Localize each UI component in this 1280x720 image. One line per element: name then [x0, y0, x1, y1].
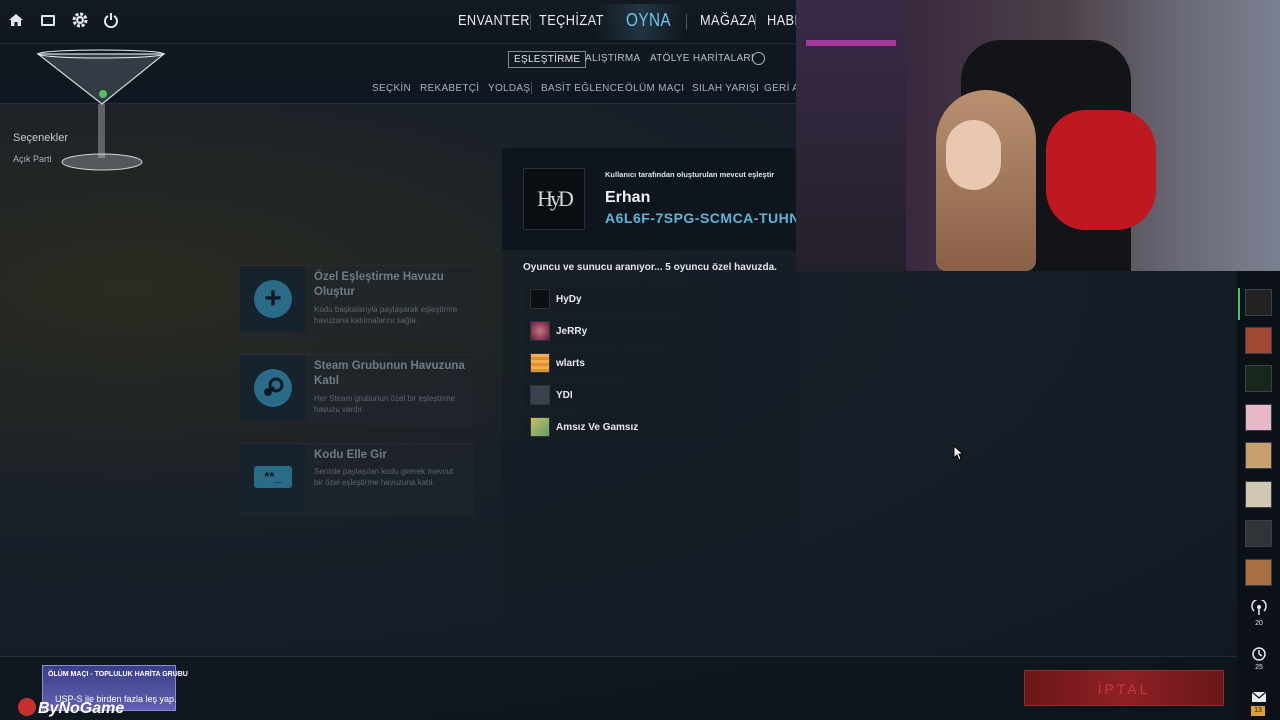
friend-avatar[interactable]	[1245, 559, 1272, 586]
player-row[interactable]: YDI	[524, 383, 716, 407]
mail-count-badge: 13	[1251, 706, 1265, 716]
keyboard-icon: **_	[254, 466, 292, 488]
history-icon[interactable]	[1248, 646, 1270, 666]
friend-avatar[interactable]	[1245, 404, 1272, 431]
mail-icon[interactable]	[1248, 690, 1270, 707]
mouse-cursor-icon	[953, 445, 965, 461]
webcam-overlay	[796, 0, 1280, 271]
mode-separator	[531, 82, 532, 94]
option-icon-box: **_	[240, 444, 306, 510]
pool-header-text: Kullanıcı tarafından oluşturulan mevcut …	[605, 170, 775, 179]
power-icon[interactable]	[101, 12, 121, 32]
tab-matchmaking[interactable]: EŞLEŞTİRME	[508, 51, 587, 68]
option-description: Seninle paylaşılan kodu girerek mevcut b…	[314, 467, 454, 487]
option-title: Özel Eşleştirme Havuzu Oluştur	[314, 271, 444, 298]
avatar	[530, 417, 550, 437]
home-icon[interactable]	[6, 12, 26, 32]
join-steam-group-pool-option[interactable]: Steam Grubunun Havuzuna Katıl Her Steam …	[240, 354, 474, 428]
globe-icon[interactable]	[752, 52, 765, 65]
create-private-pool-option[interactable]: + Özel Eşleştirme Havuzu Oluştur Kodu ba…	[240, 265, 474, 339]
player-name: HyDy	[556, 293, 582, 305]
friend-avatar[interactable]	[1245, 520, 1272, 547]
options-label[interactable]: Seçenekler	[13, 132, 68, 144]
webcam-face	[946, 120, 1001, 190]
option-icon-box: +	[240, 266, 306, 332]
player-row[interactable]: JeRRy	[524, 319, 716, 343]
avatar	[530, 353, 550, 373]
friend-avatar[interactable]	[1245, 481, 1272, 508]
player-name: JeRRy	[556, 325, 588, 337]
mode-competitive[interactable]: REKABETÇİ	[420, 83, 479, 94]
enter-code-manually-option[interactable]: **_ Kodu Elle Gir Seninle paylaşılan kod…	[240, 443, 474, 517]
option-description: Her Steam grubunun özel bir eşleştirme h…	[314, 394, 455, 414]
option-title: Steam Grubunun Havuzuna Katıl	[314, 360, 465, 387]
nav-inventory[interactable]: ENVANTER	[458, 12, 530, 29]
tab-workshop-maps[interactable]: ATÖLYE HARİTALARI	[645, 51, 759, 66]
nav-separator	[686, 14, 687, 30]
friend-avatar[interactable]	[1245, 365, 1272, 392]
avatar	[530, 289, 550, 309]
player-row[interactable]: Amsız Ve Gamsız	[524, 415, 716, 439]
online-indicator	[1238, 288, 1240, 320]
option-title: Kodu Elle Gir	[314, 449, 387, 461]
friend-avatar[interactable]	[1245, 442, 1272, 469]
mode-arms-race[interactable]: SILAH YARIŞI	[692, 83, 759, 94]
brand-logo-icon	[18, 698, 36, 716]
martini-glass-icon	[36, 49, 166, 171]
mode-wingman[interactable]: YOLDAŞ	[488, 83, 530, 94]
brand-name: ByNoGame	[38, 700, 125, 717]
player-name: wlarts	[556, 357, 585, 369]
broadcast-count: 20	[1255, 620, 1263, 627]
pool-owner-name: Erhan	[605, 189, 651, 206]
cancel-button[interactable]: İPTAL	[1024, 670, 1224, 706]
gear-icon[interactable]	[70, 12, 90, 32]
player-row[interactable]: HyDy	[524, 287, 716, 311]
pool-status: Oyuncu ve sunucu aranıyor... 5 oyuncu öz…	[523, 262, 777, 273]
webcam-neon-light	[806, 40, 896, 46]
player-row[interactable]: wlarts	[524, 351, 716, 375]
open-party-label[interactable]: Açık Parti	[13, 154, 52, 164]
friend-avatar[interactable]	[1245, 327, 1272, 354]
pool-code[interactable]: A6L6F-7SPG-SCMCA-TUHN	[605, 210, 800, 226]
avatar	[530, 385, 550, 405]
option-icon-box	[240, 355, 306, 421]
mode-premier[interactable]: SEÇKİN	[372, 83, 411, 94]
history-count: 25	[1255, 664, 1263, 671]
nav-separator	[530, 14, 531, 30]
tv-icon[interactable]	[38, 12, 58, 32]
mode-casual[interactable]: BASİT EĞLENCE	[541, 83, 624, 94]
avatar	[530, 321, 550, 341]
nav-play[interactable]: OYNA	[626, 10, 671, 31]
player-name: YDI	[556, 389, 573, 401]
tab-practice[interactable]: ALIŞTIRMA	[580, 51, 646, 66]
plus-icon: +	[254, 280, 292, 318]
nav-separator	[755, 14, 756, 30]
nav-loadout[interactable]: TEÇHİZAT	[539, 12, 604, 29]
banner-title: ÖLÜM MAÇI - TOPLULUK HARİTA GRUBU	[48, 671, 188, 678]
nav-store[interactable]: MAĞAZA	[700, 12, 756, 29]
mode-deathmatch[interactable]: ÖLÜM MAÇI	[625, 83, 684, 94]
webcam-plush	[1046, 110, 1156, 230]
player-name: Amsız Ve Gamsız	[556, 421, 639, 433]
steam-icon	[254, 369, 292, 407]
broadcast-icon[interactable]	[1248, 598, 1270, 620]
group-logo: HyD	[523, 168, 585, 230]
option-description: Kodu başkalarıyla paylaşarak eşleştirme …	[314, 305, 458, 325]
friend-avatar[interactable]	[1245, 289, 1272, 316]
